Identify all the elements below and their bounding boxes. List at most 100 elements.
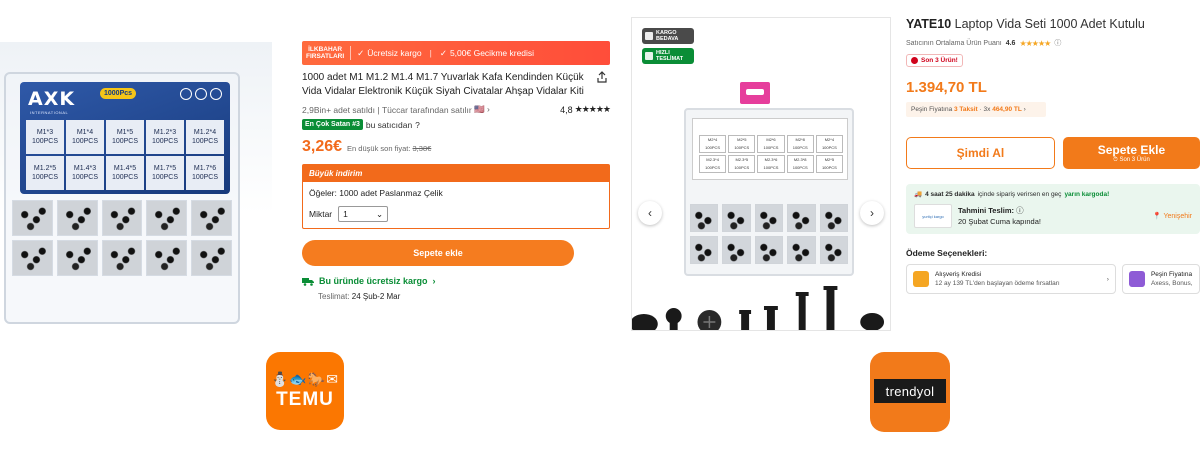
temu-product-panel: İLKBAHAR FIRSATLARI ✓ Ücretsiz kargo | ✓… (302, 41, 611, 311)
quantity-select[interactable]: 1 ⌄ (338, 206, 389, 222)
bulk-discount-header: Büyük indirim (303, 165, 609, 182)
box-label: AXK INTERNATIONAL 1000Pcs M1*3 100PCS M1*… (20, 82, 230, 194)
screw-compartment (754, 236, 784, 264)
temu-product-image[interactable]: AXK INTERNATIONAL 1000Pcs M1*3 100PCS M1*… (0, 42, 272, 329)
help-icon[interactable]: ? (415, 120, 420, 130)
box-icon (645, 32, 653, 40)
card-icon (1128, 271, 1145, 287)
temu-mascot-icons: ⛄🐟🐎✉ (270, 370, 340, 387)
screw-compartment (191, 200, 232, 236)
screw-compartment (101, 240, 143, 276)
screw-compartment (146, 200, 188, 236)
chevron-right-icon: › (1106, 275, 1109, 283)
truck-icon: 🚚 (914, 191, 923, 198)
screw-compartment (722, 236, 751, 264)
star-icons: ★★★★★ (1019, 38, 1051, 48)
delivery-row: Teslimat: 24 Şub-2 Mar (318, 292, 401, 301)
size-cell: M2*5 100PCS (815, 155, 843, 173)
free-shipping-row[interactable]: Bu üründe ücretsiz kargo › (302, 276, 610, 286)
add-to-cart-button[interactable]: Sepete ekle (302, 240, 574, 266)
size-cell: M1.4*3 100PCS (66, 156, 104, 190)
size-cell: M2.3*4 100PCS (699, 155, 727, 173)
size-cell: M2*4 100PCS (815, 135, 843, 153)
size-cell: M1.4*5 100PCS (106, 156, 144, 190)
free-shipping-promo: ✓ Ücretsiz kargo (357, 47, 422, 59)
screw-compartment (819, 236, 848, 264)
size-cell: M1*4 100PCS (66, 120, 104, 154)
cargo-deadline: 🚚 4 saat 25 dakika içinde sipariş verirs… (914, 190, 1110, 199)
payment-options-title: Ödeme Seçenekleri: (906, 248, 988, 258)
low-stock-badge: Son 3 Ürün! (906, 54, 963, 67)
screw-compartment (690, 204, 719, 232)
trendyol-product-image[interactable]: KARGO BEDAVA HIZLI TESLİMAT M2*4 100PCS M2*… (631, 17, 891, 331)
flag-icon: 🇺🇸 › (471, 104, 490, 114)
bestseller-row: En Çok Satan #3 bu satıcıdan ? (302, 119, 610, 130)
temu-logo: ⛄🐟🐎✉ TEMU (266, 352, 344, 430)
size-sticker: M2*4 100PCS M2*5 100PCS M2*6 100PCS M2*8 100… (692, 118, 848, 180)
bestseller-text: bu satıcıdan (365, 119, 413, 130)
quantity-row: Miktar 1 ⌄ (309, 206, 603, 222)
screw-compartment (12, 200, 53, 236)
quantity-label: Miktar (309, 209, 333, 219)
size-cell: M2*6 100PCS (757, 135, 785, 153)
size-cell: M1.7*6 100PCS (186, 156, 224, 190)
size-cell: M1*3 100PCS (26, 120, 64, 154)
chevron-down-icon: ⌄ (376, 208, 384, 219)
info-icon[interactable]: ⓘ (1054, 38, 1061, 48)
chevron-right-icon: › (1023, 106, 1026, 113)
share-icon[interactable] (596, 71, 608, 83)
chevron-right-icon: › (432, 276, 436, 286)
trendyol-product-panel: YATE10 Laptop Vida Seti 1000 Adet Kutulu… (906, 17, 1200, 294)
price-row: 3,26€ En düşük son fiyat: 3,38€ (302, 138, 610, 156)
screw-compartment (690, 236, 719, 264)
fast-delivery-badge: HIZLI TESLİMAT (642, 48, 694, 64)
delay-credit-promo: ✓ 5,00€ Gecikme kredisi (439, 47, 535, 59)
screw-compartment (56, 240, 98, 276)
spring-deals-tag: İLKBAHAR FIRSATLARI (306, 46, 352, 60)
free-cargo-badge: KARGO BEDAVA (642, 28, 694, 44)
location-selector[interactable]: 📍 Yenişehir (1153, 212, 1192, 220)
brand-link[interactable]: YATE10 (906, 17, 951, 31)
info-icon[interactable]: ⓘ (1016, 206, 1024, 215)
size-cell: M2.3*5 100PCS (728, 155, 756, 173)
screw-compartment (56, 200, 98, 236)
screw-compartment (819, 204, 848, 232)
seller-link[interactable]: Tüccar tarafından satılır (382, 105, 472, 115)
bag-icon (913, 271, 929, 287)
size-cell: M1.2*4 100PCS (186, 120, 224, 154)
bulk-discount-box: Büyük indirim Öğeler: 1000 adet Paslanma… (302, 164, 610, 229)
size-cell: M2*4 100PCS (699, 135, 727, 153)
item-option[interactable]: Öğeler: 1000 adet Paslanmaz Çelik (309, 188, 603, 198)
clipped-row (302, 307, 610, 311)
price: 1.394,70 TL (906, 79, 987, 96)
screw-compartments (690, 204, 848, 264)
add-to-cart-sub: ⏱ Son 3 Ürün (1113, 156, 1150, 163)
payment-options: Alışveriş Kredisi 12 ay 139 TL'den başlay… (906, 264, 1200, 294)
truck-icon (645, 52, 653, 60)
large-screws-photo (632, 286, 885, 330)
add-to-cart-button[interactable]: Sepete Ekle ⏱ Son 3 Ürün (1062, 137, 1200, 169)
screw-compartment (12, 240, 53, 276)
recycle-icon (210, 88, 222, 100)
divider: | (375, 104, 382, 115)
size-cell: M1*5 100PCS (106, 120, 144, 154)
old-price: 3,38€ (412, 144, 432, 153)
rating[interactable]: 4,8 ★★★★★ (560, 104, 611, 115)
sales-meta-row: 2,9Bin+ adet satıldı | Tüccar tarafından… (302, 104, 611, 115)
chevron-right-icon: › (870, 206, 874, 220)
installment-info[interactable]: Peşin Fiyatına 3 Taksit · 3x 464,90 TL › (906, 102, 1046, 117)
screw-compartment (722, 204, 751, 232)
check-icon: ✓ (357, 47, 365, 58)
buy-now-button[interactable]: Şimdi Al (906, 137, 1055, 169)
card-option[interactable]: Peşin Fiyatına Axess, Bonus, (1121, 264, 1200, 294)
screw-compartment (787, 204, 816, 232)
brand-logo: AXK (28, 88, 76, 110)
size-cell: M2.3*6 100PCS (757, 155, 785, 173)
carrier-logo: yurtiçi kargo (914, 204, 952, 228)
prev-image-button[interactable]: ‹ (638, 201, 662, 225)
size-cell: M1.7*5 100PCS (146, 156, 184, 190)
price-note: En düşük son fiyat: 3,38€ (347, 144, 432, 153)
shopping-credit-option[interactable]: Alışveriş Kredisi 12 ay 139 TL'den başlay… (906, 264, 1116, 294)
next-image-button[interactable]: › (860, 201, 884, 225)
seller-rating-value: 4.6 (1005, 39, 1016, 47)
